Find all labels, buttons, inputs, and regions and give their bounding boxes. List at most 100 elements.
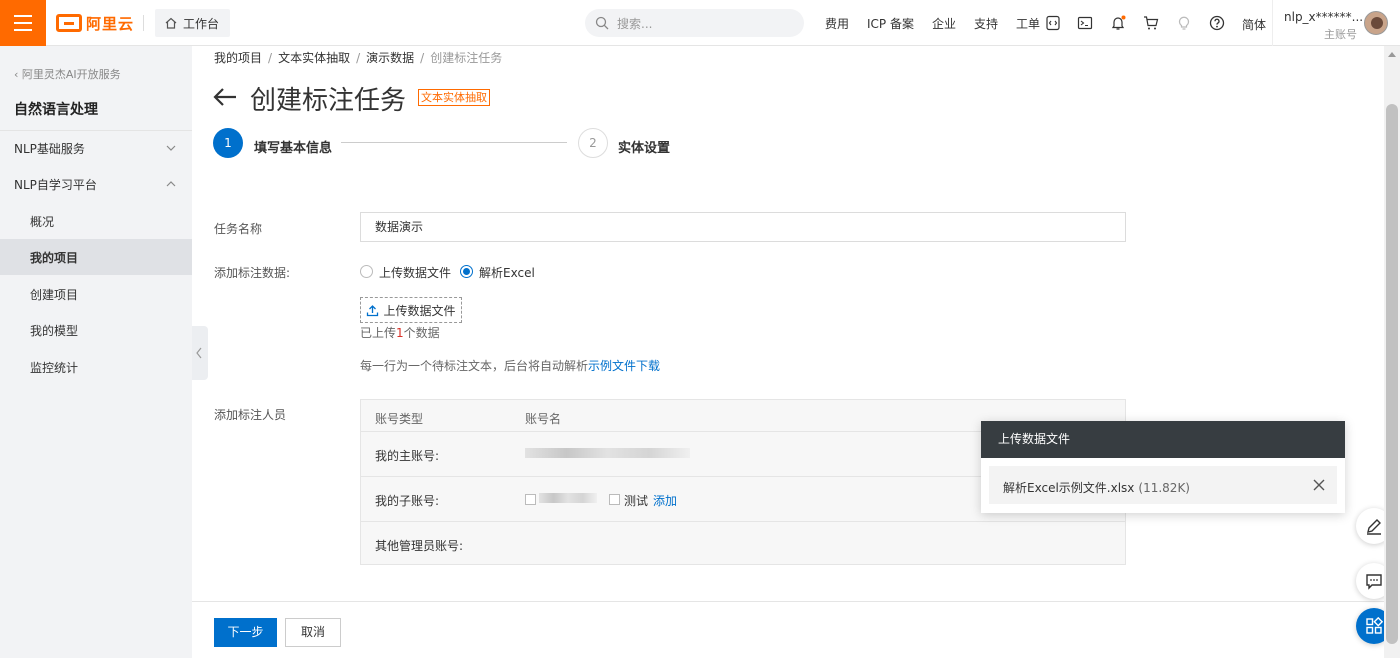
sidebar-item-monitoring[interactable]: 监控统计 [0, 349, 192, 385]
data-label: 添加标注数据: [214, 266, 291, 280]
sidebar-back-link[interactable]: ‹ 阿里灵杰AI开放服务 [14, 66, 121, 82]
file-size: (11.82K) [1138, 481, 1190, 495]
code-icon[interactable] [1045, 15, 1061, 31]
step-label-1: 填写基本信息 [254, 141, 333, 156]
sidebar-item-label: 概况 [30, 214, 55, 229]
sidebar-back-label: 阿里灵杰AI开放服务 [21, 68, 121, 81]
sidebar-item-label: NLP基础服务 [14, 141, 85, 156]
sidebar-item-overview[interactable]: 概况 [0, 203, 192, 239]
scroll-up-icon[interactable] [1388, 52, 1396, 57]
terminal-icon[interactable] [1077, 15, 1093, 31]
breadcrumb-item[interactable]: 文本实体抽取 [278, 51, 350, 65]
row-label: 我的主账号: [375, 449, 440, 463]
workbench-label: 工作台 [183, 16, 220, 31]
page-title: 创建标注任务 [250, 86, 407, 116]
row-label: 其他管理员账号: [375, 539, 464, 553]
step-number-1: 1 [213, 128, 243, 158]
chevron-down-icon [166, 145, 176, 151]
cart-icon[interactable] [1143, 15, 1159, 31]
step-connector [341, 142, 567, 143]
divider [1272, 0, 1273, 46]
sidebar: ‹ 阿里灵杰AI开放服务 自然语言处理 NLP基础服务 NLP自学习平台 概况 … [0, 46, 192, 658]
radio-parse-excel[interactable] [460, 265, 473, 278]
bell-icon[interactable] [1110, 15, 1126, 31]
sidebar-item-label: 我的项目 [30, 250, 79, 265]
redacted-account-name [539, 493, 597, 503]
sidebar-item-create-project[interactable]: 创建项目 [0, 276, 192, 312]
uploaded-count-text: 已上传1个数据 [360, 326, 440, 340]
radio-upload-file[interactable] [360, 265, 373, 278]
search-icon [595, 16, 609, 30]
apps-grid-icon [1366, 617, 1383, 634]
help-icon[interactable] [1209, 15, 1225, 31]
breadcrumb-item[interactable]: 演示数据 [366, 51, 414, 65]
bulb-icon[interactable] [1176, 15, 1192, 31]
sidebar-item-my-projects[interactable]: 我的项目 [0, 239, 192, 275]
uploaded-file-item: 解析Excel示例文件.xlsx (11.82K) [989, 466, 1337, 504]
sub-account-checkbox[interactable] [609, 494, 620, 505]
search-input[interactable]: 搜索... [585, 9, 804, 37]
radio-upload-label[interactable]: 上传数据文件 [379, 264, 451, 281]
table-header: 账号名 [525, 412, 562, 426]
username[interactable]: nlp_x******... [1284, 10, 1363, 24]
language-switch[interactable]: 简体 [1242, 16, 1266, 33]
annotators-label: 添加标注人员 [214, 408, 287, 422]
sidebar-item-nlp-selflearn[interactable]: NLP自学习平台 [0, 166, 192, 202]
sidebar-item-label: 监控统计 [30, 360, 79, 375]
breadcrumb-item[interactable]: 我的项目 [214, 51, 262, 65]
step-label-2: 实体设置 [618, 141, 671, 156]
sample-file-download-link[interactable]: 示例文件下载 [588, 359, 660, 373]
upload-icon [367, 304, 379, 316]
divider [192, 601, 1384, 602]
task-name-input[interactable]: 数据演示 [360, 212, 1126, 242]
aliyun-logo[interactable]: 阿里云 [56, 12, 134, 34]
data-hint: 每一行为一个待标注文本，后台将自动解析示例文件下载 [360, 359, 661, 373]
table-row: 其他管理员账号: [361, 521, 1125, 566]
sidebar-item-label: 我的模型 [30, 323, 79, 338]
top-nav-links: 费用 ICP 备案 企业 支持 工单 [816, 0, 1049, 46]
uploaded-count: 1 [396, 326, 404, 340]
redacted-account-name [525, 448, 690, 458]
nav-link-ticket[interactable]: 工单 [1016, 15, 1040, 32]
chevron-left-icon [196, 347, 202, 359]
cancel-button[interactable]: 取消 [285, 618, 341, 647]
chat-icon [1366, 574, 1382, 590]
row-label: 我的子账号: [375, 494, 440, 508]
top-navbar: 阿里云 工作台 搜索... 费用 ICP 备案 企业 支持 工单 简体 nlp_… [0, 0, 1400, 46]
divider [143, 15, 144, 31]
nav-link-enterprise[interactable]: 企业 [932, 15, 956, 32]
nav-link-billing[interactable]: 费用 [825, 15, 849, 32]
arrow-left-icon[interactable] [212, 84, 238, 110]
next-step-button[interactable]: 下一步 [214, 618, 277, 647]
add-sub-account-link[interactable]: 添加 [653, 492, 677, 509]
vertical-scrollbar[interactable] [1384, 46, 1400, 658]
upload-button-label: 上传数据文件 [383, 303, 456, 318]
project-type-tag: 文本实体抽取 [418, 89, 490, 106]
nav-link-support[interactable]: 支持 [974, 15, 998, 32]
sidebar-title: 自然语言处理 [14, 102, 98, 118]
sidebar-collapse-handle[interactable] [192, 326, 208, 380]
sub-account-name: 测试 [624, 494, 649, 508]
chevron-left-icon: ‹ [14, 68, 22, 81]
nav-link-icp[interactable]: ICP 备案 [867, 15, 914, 32]
avatar[interactable] [1364, 11, 1388, 35]
chevron-up-icon [166, 181, 176, 187]
upload-data-button[interactable]: 上传数据文件 [360, 297, 462, 323]
close-icon[interactable] [1313, 479, 1325, 491]
home-icon [165, 17, 177, 29]
workbench-button[interactable]: 工作台 [155, 9, 230, 37]
logo-text: 阿里云 [86, 14, 135, 33]
breadcrumb-current: 创建标注任务 [430, 51, 503, 65]
scroll-thumb[interactable] [1386, 104, 1398, 644]
edit-icon [1367, 519, 1381, 535]
task-name-label: 任务名称 [214, 222, 263, 236]
user-role: 主账号 [1324, 28, 1357, 41]
upload-panel-title: 上传数据文件 [981, 421, 1345, 458]
menu-icon[interactable] [0, 0, 46, 46]
sidebar-item-nlp-basic[interactable]: NLP基础服务 [0, 130, 192, 166]
sidebar-item-my-models[interactable]: 我的模型 [0, 312, 192, 348]
sub-account-checkbox[interactable] [525, 494, 536, 505]
sidebar-item-label: NLP自学习平台 [14, 177, 97, 192]
radio-excel-label[interactable]: 解析Excel [479, 264, 535, 281]
upload-progress-panel: 上传数据文件 解析Excel示例文件.xlsx (11.82K) [981, 421, 1345, 513]
